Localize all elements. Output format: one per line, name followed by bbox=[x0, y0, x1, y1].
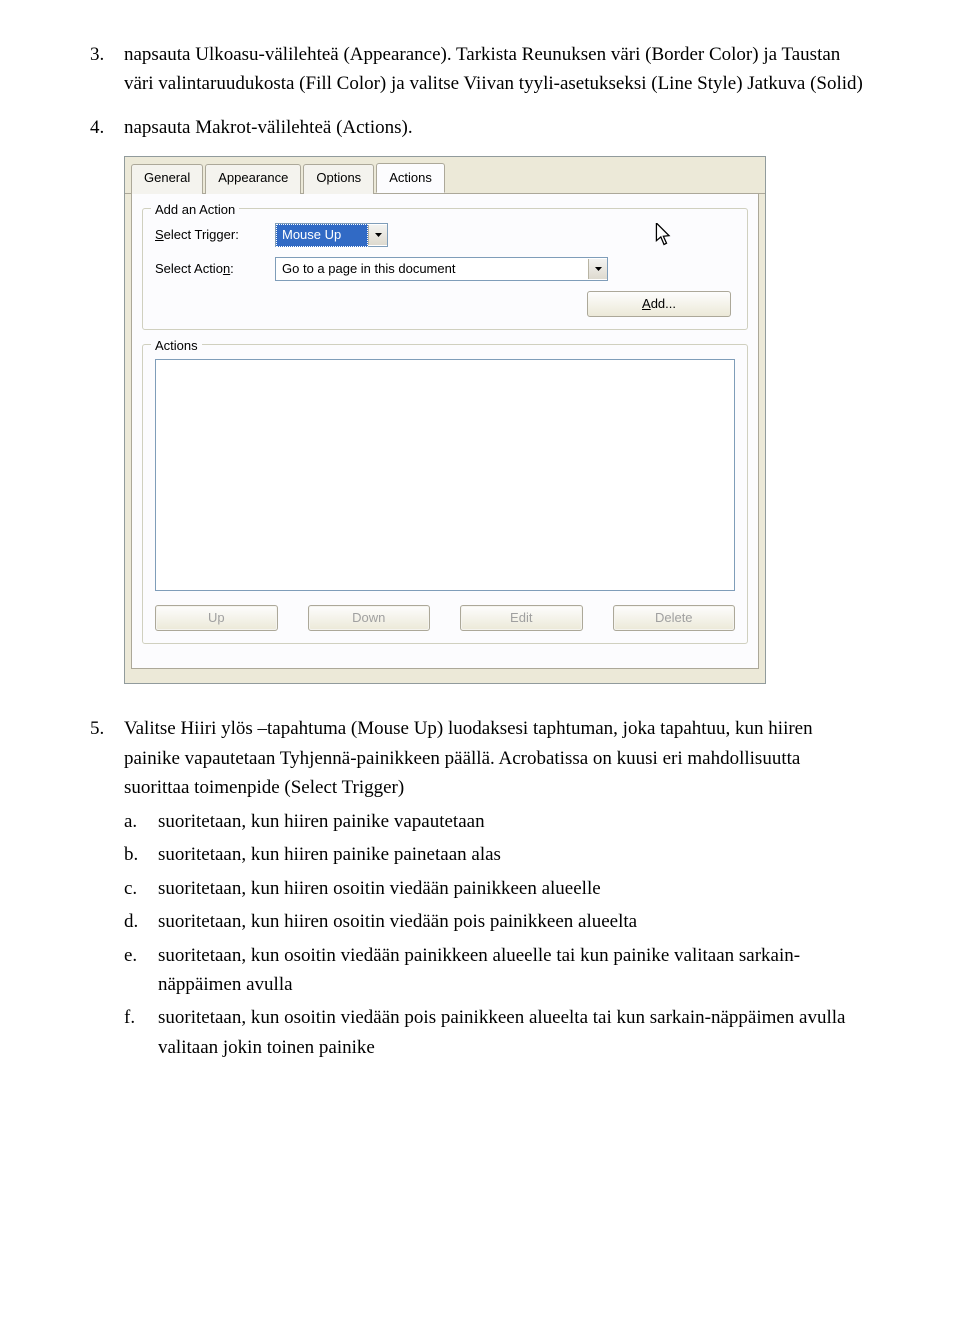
tab-general[interactable]: General bbox=[131, 164, 203, 194]
chevron-down-icon bbox=[588, 259, 607, 279]
step-number: 3. bbox=[90, 40, 124, 99]
step-5d: d.suoritetaan, kun hiiren osoitin viedää… bbox=[124, 907, 870, 936]
tab-actions[interactable]: Actions bbox=[376, 163, 445, 193]
step-text: napsauta Ulkoasu-välilehteä (Appearance)… bbox=[124, 40, 870, 99]
step-5c: c.suoritetaan, kun hiiren osoitin viedää… bbox=[124, 874, 870, 903]
group-add-action-legend: Add an Action bbox=[151, 200, 239, 220]
instruction-list-cont: 5. Valitse Hiiri ylös –tapahtuma (Mouse … bbox=[90, 714, 870, 1066]
combo-select-trigger-value: Mouse Up bbox=[276, 224, 368, 246]
step-3: 3. napsauta Ulkoasu-välilehteä (Appearan… bbox=[90, 40, 870, 99]
actions-panel: Add an Action Select Trigger: Mouse Up S… bbox=[131, 194, 759, 669]
tab-appearance[interactable]: Appearance bbox=[205, 164, 301, 194]
button-properties-dialog: General Appearance Options Actions Add a… bbox=[124, 156, 766, 684]
step-number: 4. bbox=[90, 113, 124, 142]
step-5e: e.suoritetaan, kun osoitin viedään paini… bbox=[124, 941, 870, 1000]
add-button-row: Add... bbox=[155, 291, 735, 317]
step-5-intro: Valitse Hiiri ylös –tapahtuma (Mouse Up)… bbox=[124, 718, 813, 798]
chevron-down-icon bbox=[368, 225, 387, 245]
tab-strip: General Appearance Options Actions bbox=[125, 157, 765, 194]
actions-listbox[interactable] bbox=[155, 359, 735, 591]
step-text: napsauta Makrot-välilehteä (Actions). bbox=[124, 113, 870, 142]
action-buttons-row: Up Down Edit Delete bbox=[155, 605, 735, 631]
group-actions: Actions Up Down Edit Delete bbox=[142, 344, 748, 644]
row-select-trigger: Select Trigger: Mouse Up bbox=[155, 223, 735, 247]
instruction-list: 3. napsauta Ulkoasu-välilehteä (Appearan… bbox=[90, 40, 870, 142]
up-button[interactable]: Up bbox=[155, 605, 278, 631]
step-5f: f.suoritetaan, kun osoitin viedään pois … bbox=[124, 1003, 870, 1062]
tab-options[interactable]: Options bbox=[303, 164, 374, 194]
down-button[interactable]: Down bbox=[308, 605, 431, 631]
add-button[interactable]: Add... bbox=[587, 291, 731, 317]
row-select-action: Select Action: Go to a page in this docu… bbox=[155, 257, 735, 281]
combo-select-trigger[interactable]: Mouse Up bbox=[275, 223, 388, 247]
label-select-action: Select Action: bbox=[155, 259, 275, 279]
step-5b: b.suoritetaan, kun hiiren painike painet… bbox=[124, 840, 870, 869]
group-add-action: Add an Action Select Trigger: Mouse Up S… bbox=[142, 208, 748, 330]
step-body: Valitse Hiiri ylös –tapahtuma (Mouse Up)… bbox=[124, 714, 870, 1066]
step-4: 4. napsauta Makrot-välilehteä (Actions). bbox=[90, 113, 870, 142]
step-5: 5. Valitse Hiiri ylös –tapahtuma (Mouse … bbox=[90, 714, 870, 1066]
edit-button[interactable]: Edit bbox=[460, 605, 583, 631]
step-5-sublist: a.suoritetaan, kun hiiren painike vapaut… bbox=[124, 807, 870, 1063]
combo-select-action-value: Go to a page in this document bbox=[276, 258, 588, 280]
label-select-trigger: Select Trigger: bbox=[155, 225, 275, 245]
step-number: 5. bbox=[90, 714, 124, 1066]
delete-button[interactable]: Delete bbox=[613, 605, 736, 631]
combo-select-action[interactable]: Go to a page in this document bbox=[275, 257, 608, 281]
step-5a: a.suoritetaan, kun hiiren painike vapaut… bbox=[124, 807, 870, 836]
group-actions-legend: Actions bbox=[151, 336, 202, 356]
